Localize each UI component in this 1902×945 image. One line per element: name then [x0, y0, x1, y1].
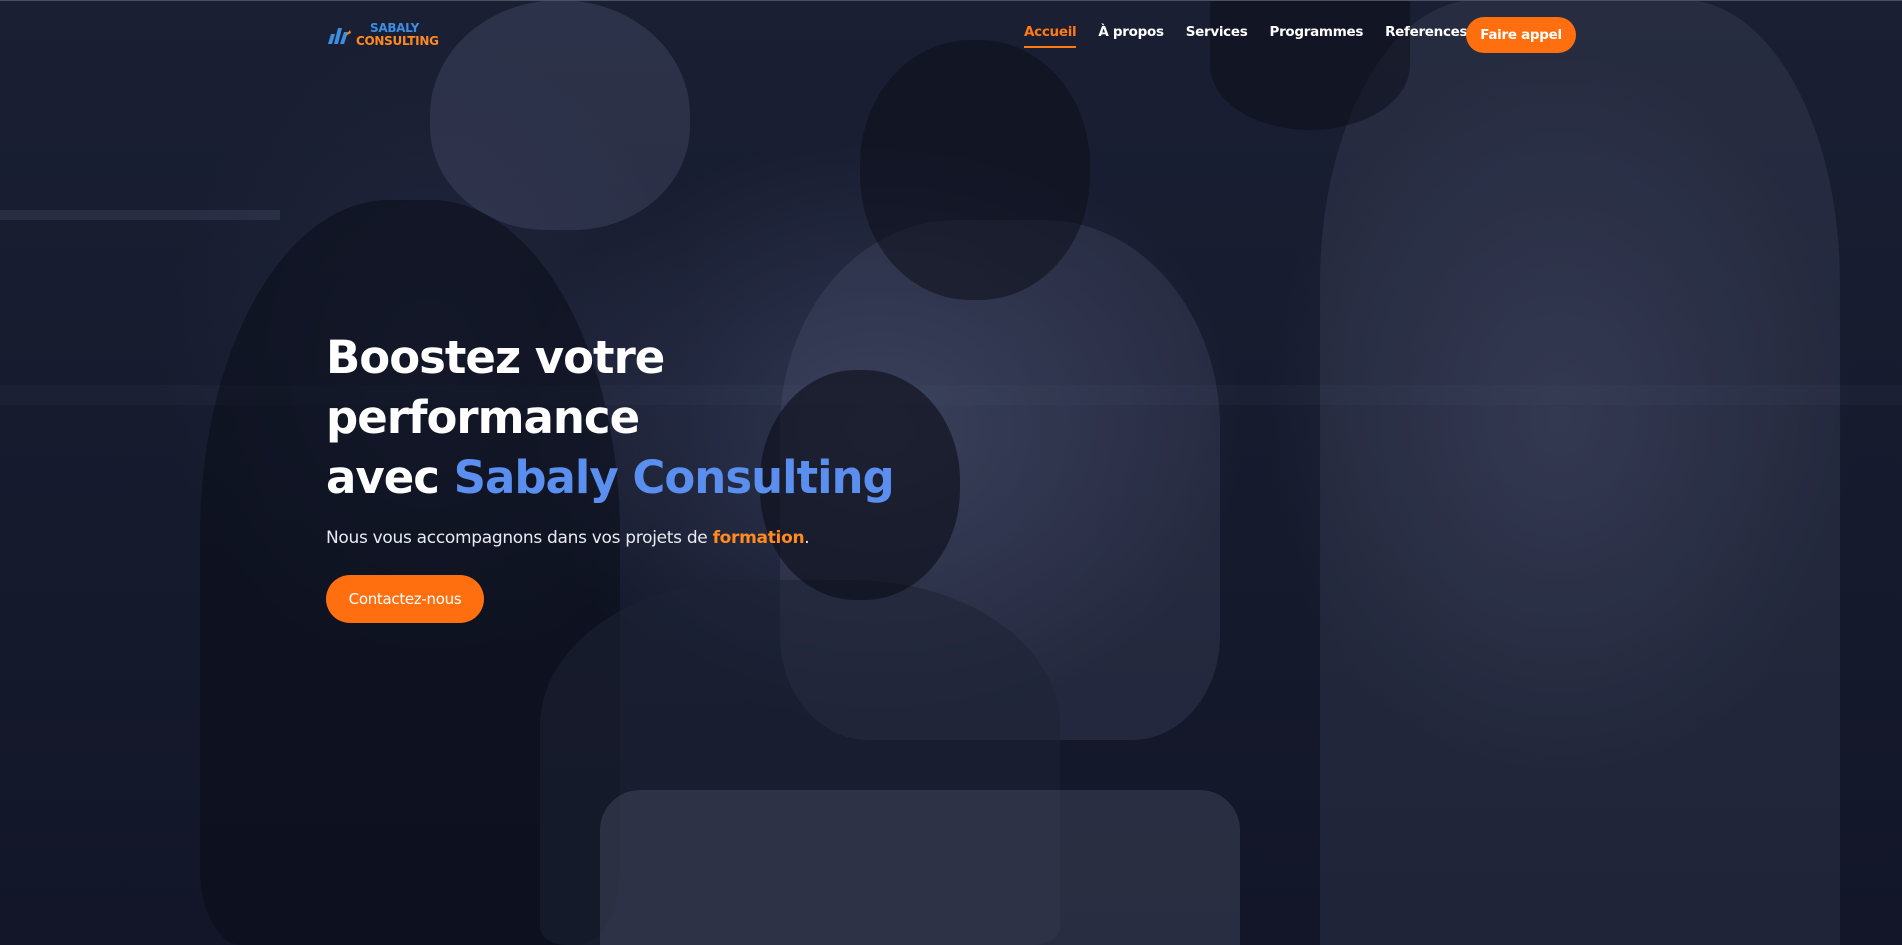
hero-subtitle-highlight: formation — [712, 528, 805, 548]
background-photo-shape — [540, 580, 1060, 945]
bar-chart-logo-icon — [328, 28, 351, 44]
nav-item-services[interactable]: Services — [1186, 24, 1248, 48]
hero-title-line1: Boostez votre — [326, 331, 665, 384]
nav-item-accueil[interactable]: Accueil — [1024, 24, 1077, 48]
brand-logo[interactable]: SABALY CONSULTING — [326, 20, 439, 50]
nav-item-a-propos[interactable]: À propos — [1098, 24, 1164, 48]
hero-title: Boostez votre performance avec Sabaly Co… — [326, 328, 1026, 508]
background-photo-shape — [0, 210, 280, 220]
hero-subtitle: Nous vous accompagnons dans vos projets … — [326, 528, 1026, 548]
hero-title-line2: performance — [326, 391, 640, 444]
top-border — [0, 0, 1902, 1]
hero-title-line3-prefix: avec — [326, 451, 454, 504]
main-nav: Accueil À propos Services Programmes Ref… — [1024, 24, 1489, 48]
hero-title-brand-accent: Sabaly Consulting — [453, 451, 895, 504]
site-header: SABALY CONSULTING Accueil À propos Servi… — [326, 14, 1576, 56]
hero-subtitle-suffix: . — [804, 528, 810, 548]
nav-item-programmes[interactable]: Programmes — [1269, 24, 1363, 48]
brand-name-line2: CONSULTING — [356, 34, 439, 48]
nav-item-references[interactable]: References — [1385, 24, 1468, 48]
hero-subtitle-prefix: Nous vous accompagnons dans vos projets … — [326, 528, 713, 548]
hero-section: SABALY CONSULTING Accueil À propos Servi… — [0, 0, 1902, 945]
background-photo-shape — [1320, 0, 1840, 945]
background-photo-shape — [600, 790, 1240, 945]
contact-button[interactable]: Contactez-nous — [326, 575, 484, 623]
background-photo-shape — [860, 40, 1090, 300]
hero-content: Boostez votre performance avec Sabaly Co… — [326, 328, 1026, 623]
faire-appel-button[interactable]: Faire appel — [1466, 17, 1576, 53]
brand-name: SABALY CONSULTING — [356, 22, 439, 48]
